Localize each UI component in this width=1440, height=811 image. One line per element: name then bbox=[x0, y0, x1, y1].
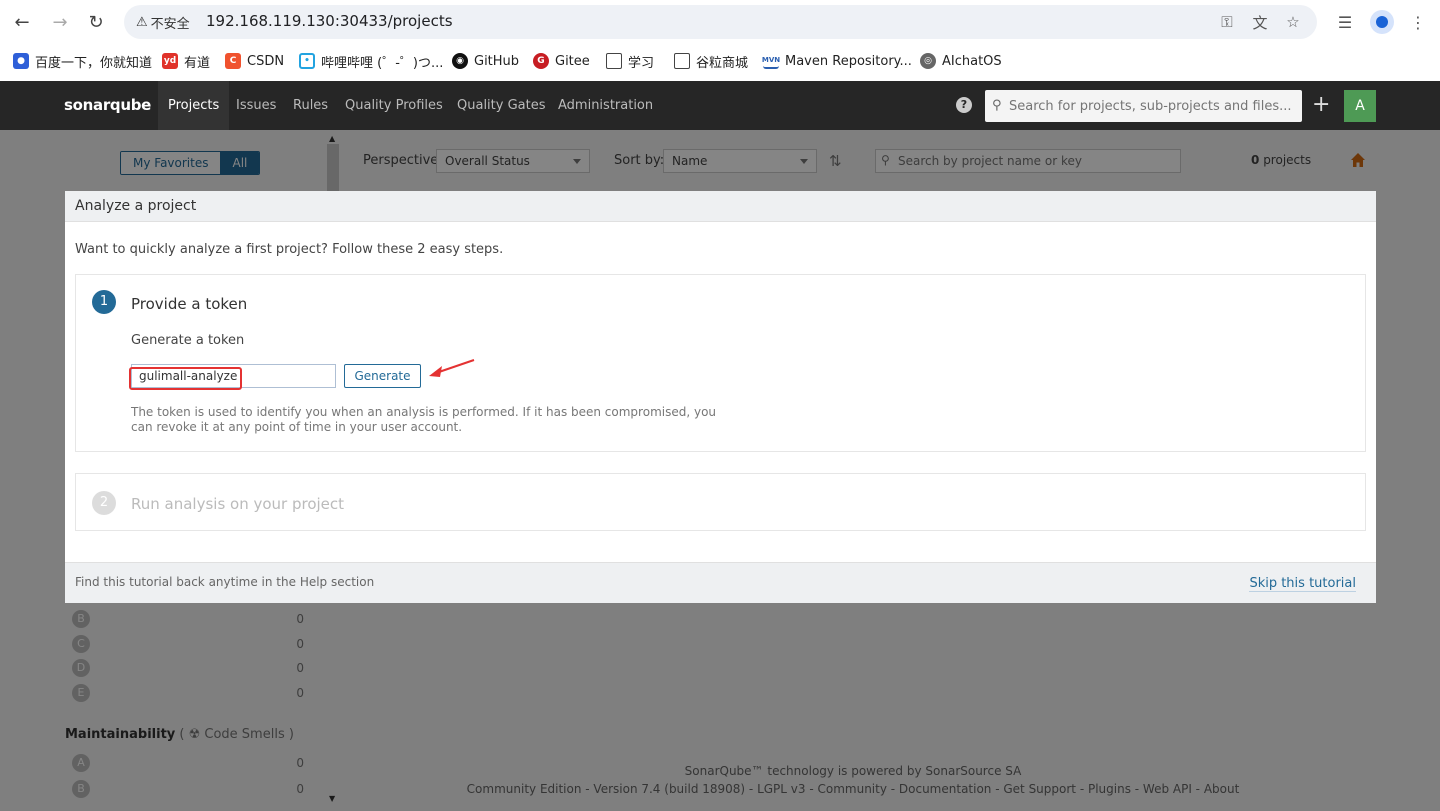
reload-icon[interactable]: ↻ bbox=[84, 10, 108, 34]
menu-dots-icon[interactable]: ⋮ bbox=[1406, 10, 1430, 34]
nav-issues[interactable]: Issues bbox=[226, 81, 286, 130]
modal-intro: Want to quickly analyze a first project?… bbox=[75, 242, 504, 257]
token-name-input[interactable] bbox=[131, 364, 336, 388]
generate-button[interactable]: Generate bbox=[344, 364, 421, 388]
nav-quality-gates[interactable]: Quality Gates bbox=[447, 81, 556, 130]
baidu-icon: ● bbox=[13, 53, 29, 69]
profile-avatar-icon[interactable] bbox=[1370, 10, 1394, 34]
step-title: Provide a token bbox=[131, 295, 248, 313]
bookmark-item[interactable]: • 哔哩哔哩 (゜-゜)つ... bbox=[299, 52, 443, 71]
youdao-icon: yd bbox=[162, 53, 178, 69]
step-number-badge: 2 bbox=[92, 491, 116, 515]
bookmark-item[interactable]: G Gitee bbox=[533, 52, 590, 70]
help-section-note: Find this tutorial back anytime in the H… bbox=[75, 575, 375, 589]
bilibili-icon: • bbox=[299, 53, 315, 69]
browser-toolbar: ← → ↻ ⚠ 不安全 192.168.119.130:30433/projec… bbox=[0, 0, 1440, 44]
maven-icon: MVN bbox=[762, 53, 780, 69]
user-avatar[interactable]: A bbox=[1344, 90, 1376, 122]
back-icon[interactable]: ← bbox=[10, 10, 34, 34]
skip-tutorial-link[interactable]: Skip this tutorial bbox=[1249, 577, 1356, 592]
bookmark-star-icon[interactable]: ☆ bbox=[1283, 13, 1303, 31]
nav-administration[interactable]: Administration bbox=[548, 81, 663, 130]
step-provide-token: 1 Provide a token Generate a token Gener… bbox=[75, 274, 1366, 452]
nav-rules[interactable]: Rules bbox=[283, 81, 338, 130]
gitee-icon: G bbox=[533, 53, 549, 69]
analyze-project-modal: Analyze a project Want to quickly analyz… bbox=[65, 191, 1376, 603]
bookmark-item[interactable]: 谷粒商城 bbox=[674, 52, 748, 71]
bookmark-item[interactable]: yd 有道 bbox=[162, 52, 210, 71]
step-title: Run analysis on your project bbox=[131, 495, 345, 513]
url-text[interactable]: 192.168.119.130:30433/projects bbox=[206, 12, 453, 30]
bookmark-item[interactable]: MVN Maven Repository... bbox=[762, 52, 912, 70]
step-run-analysis: 2 Run analysis on your project bbox=[75, 473, 1366, 531]
bookmark-item[interactable]: ◉ GitHub bbox=[452, 52, 519, 70]
search-icon: ⚲ bbox=[992, 98, 1002, 113]
bookmark-item[interactable]: ◎ AIchatOS bbox=[920, 52, 1002, 70]
modal-title: Analyze a project bbox=[65, 191, 1376, 222]
token-help-text: The token is used to identify you when a… bbox=[131, 405, 717, 434]
password-key-icon[interactable]: ⚿ bbox=[1217, 13, 1237, 31]
annotation-arrow-icon bbox=[429, 359, 475, 377]
forward-icon[interactable]: → bbox=[48, 10, 72, 34]
security-warning[interactable]: ⚠ 不安全 bbox=[136, 13, 190, 32]
modal-footer: Find this tutorial back anytime in the H… bbox=[65, 562, 1376, 603]
step-number-badge: 1 bbox=[92, 290, 116, 314]
generate-token-label: Generate a token bbox=[131, 333, 245, 348]
create-plus-icon[interactable]: + bbox=[1312, 93, 1330, 117]
sonarqube-logo[interactable]: sonarqube bbox=[64, 96, 151, 114]
nav-projects[interactable]: Projects bbox=[158, 81, 230, 130]
top-navigation: sonarqube Projects Issues Rules Quality … bbox=[0, 81, 1440, 130]
globe-icon: ◎ bbox=[920, 53, 936, 69]
bookmarks-bar: ● 百度一下，你就知道 yd 有道 C CSDN • 哔哩哔哩 (゜-゜)つ..… bbox=[0, 44, 1440, 81]
folder-icon bbox=[606, 53, 622, 69]
bookmark-item[interactable]: 学习 bbox=[606, 52, 654, 71]
folder-icon bbox=[674, 53, 690, 69]
csdn-icon: C bbox=[225, 53, 241, 69]
translate-icon[interactable]: 文 bbox=[1250, 13, 1270, 32]
global-search[interactable]: ⚲ bbox=[985, 90, 1302, 122]
bookmark-item[interactable]: C CSDN bbox=[225, 52, 284, 70]
help-icon[interactable]: ? bbox=[956, 97, 972, 113]
nav-quality-profiles[interactable]: Quality Profiles bbox=[335, 81, 453, 130]
bookmark-item[interactable]: ● 百度一下，你就知道 bbox=[13, 52, 152, 71]
warning-icon: ⚠ bbox=[136, 15, 148, 30]
media-control-icon[interactable]: ☰ bbox=[1333, 10, 1357, 34]
address-bar[interactable]: ⚠ 不安全 192.168.119.130:30433/projects ⚿ 文… bbox=[124, 5, 1317, 39]
global-search-input[interactable] bbox=[1009, 96, 1294, 116]
github-icon: ◉ bbox=[452, 53, 468, 69]
